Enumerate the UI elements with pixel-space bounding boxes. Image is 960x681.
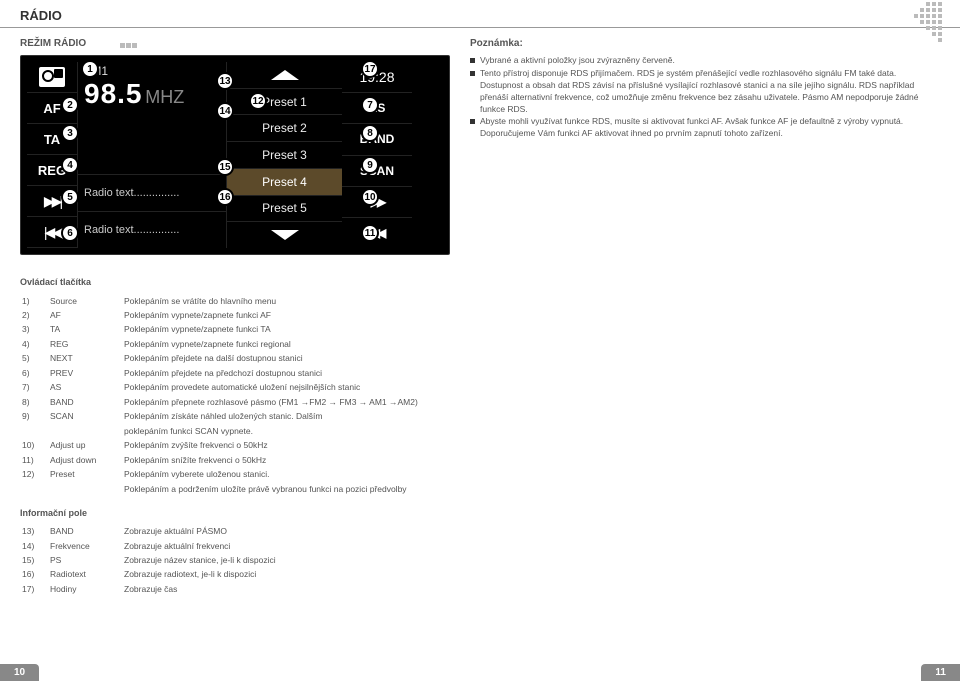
radio-panel: 1 2 3 4 5 6 7 8 9 10 11 12 13 14 15 16 1… — [20, 55, 450, 255]
controls-heading: Ovládací tlačítka — [20, 277, 940, 287]
table-row: 12)PresetPoklepáním vyberete uloženou st… — [22, 469, 418, 481]
info-heading: Informační pole — [20, 508, 940, 518]
marker-5: 5 — [61, 188, 79, 206]
page-header: RÁDIO — [0, 0, 960, 28]
marker-9: 9 — [361, 156, 379, 174]
marker-7: 7 — [361, 96, 379, 114]
marker-14: 14 — [216, 102, 234, 120]
table-row: 17)HodinyZobrazuje čas — [22, 583, 276, 595]
marker-17: 17 — [361, 60, 379, 78]
marker-1: 1 — [81, 60, 99, 78]
decor-squares — [120, 40, 138, 51]
preset-4[interactable]: Preset 4 — [227, 169, 342, 196]
info-table: 13)BANDZobrazuje aktuální PÁSMO 14)Frekve… — [20, 524, 278, 598]
table-row: 13)BANDZobrazuje aktuální PÁSMO — [22, 526, 276, 538]
band-label: FM1 — [84, 64, 220, 78]
decor-dots — [878, 2, 948, 57]
table-row: 15)PSZobrazuje název stanice, je-li k di… — [22, 555, 276, 567]
marker-12: 12 — [249, 92, 267, 110]
table-row: 6)PREVPoklepáním přejdete na předchozí d… — [22, 367, 418, 379]
preset-2[interactable]: Preset 2 — [227, 115, 342, 142]
marker-10: 10 — [361, 188, 379, 206]
table-row: 4)REGPoklepáním vypnete/zapnete funkci r… — [22, 338, 418, 350]
table-row: 9)SCANPoklepáním získáte náhled uloženýc… — [22, 411, 418, 423]
marker-13: 13 — [216, 72, 234, 90]
chevron-down-icon — [271, 230, 299, 240]
table-row: 7)ASPoklepáním provedete automatické ulo… — [22, 382, 418, 394]
table-row: 14)FrekvenceZobrazuje aktuální frekvenci — [22, 540, 276, 552]
marker-15: 15 — [216, 158, 234, 176]
radiotext: Radio text............... — [78, 211, 226, 248]
freq-unit: MHZ — [145, 87, 184, 107]
note-item: Abyste mohli využívat funkce RDS, musíte… — [470, 116, 940, 140]
table-row: 3)TAPoklepáním vypnete/zapnete funkci TA — [22, 324, 418, 336]
source-button[interactable] — [27, 62, 77, 93]
marker-4: 4 — [61, 156, 79, 174]
table-row: 11)Adjust downPoklepáním snížíte frekven… — [22, 454, 418, 466]
page-title: RÁDIO — [20, 8, 62, 23]
table-row: poklepáním funkci SCAN vypnete. — [22, 425, 418, 437]
adjust-down-button[interactable] — [227, 222, 342, 248]
marker-3: 3 — [61, 124, 79, 142]
marker-16: 16 — [216, 188, 234, 206]
frequency-display: FM1 98.5 MHZ — [78, 62, 226, 174]
preset-3[interactable]: Preset 3 — [227, 142, 342, 169]
radiotext-ps: Radio text............... — [78, 174, 226, 211]
source-icon — [39, 67, 65, 87]
note-item: Tento přístroj disponuje RDS přijímačem.… — [470, 68, 940, 116]
table-row: 8)BANDPoklepáním přepnete rozhlasové pás… — [22, 396, 418, 408]
section-subtitle: REŽIM RÁDIO — [20, 38, 450, 49]
table-row: 2)AFPoklepáním vypnete/zapnete funkci AF — [22, 309, 418, 321]
table-row: 16)RadiotextZobrazuje radiotext, je-li k… — [22, 569, 276, 581]
note-heading: Poznámka: — [470, 38, 940, 49]
marker-6: 6 — [61, 224, 79, 242]
preset-1[interactable]: Preset 1 — [227, 89, 342, 116]
page-number-left: 10 — [0, 664, 39, 681]
preset-5[interactable]: Preset 5 — [227, 196, 342, 223]
note-list: Vybrané a aktivní položky jsou zvýrazněn… — [470, 55, 940, 140]
marker-11: 11 — [361, 224, 379, 242]
page-number-right: 11 — [921, 664, 960, 681]
marker-8: 8 — [361, 124, 379, 142]
table-row: Poklepáním a podržením uložíte právě vyb… — [22, 483, 418, 495]
freq-value: 98.5 — [84, 78, 143, 109]
table-row: 10)Adjust upPoklepáním zvýšíte frekvenci… — [22, 440, 418, 452]
page-footer: 10 11 — [0, 664, 960, 681]
marker-2: 2 — [61, 96, 79, 114]
table-row: 1)SourcePoklepáním se vrátíte do hlavníh… — [22, 295, 418, 307]
adjust-up-button[interactable] — [227, 62, 342, 89]
table-row: 5)NEXTPoklepáním přejdete na další dostu… — [22, 353, 418, 365]
note-item: Vybrané a aktivní položky jsou zvýrazněn… — [470, 55, 940, 67]
controls-table: 1)SourcePoklepáním se vrátíte do hlavníh… — [20, 293, 420, 498]
chevron-up-icon — [271, 70, 299, 80]
